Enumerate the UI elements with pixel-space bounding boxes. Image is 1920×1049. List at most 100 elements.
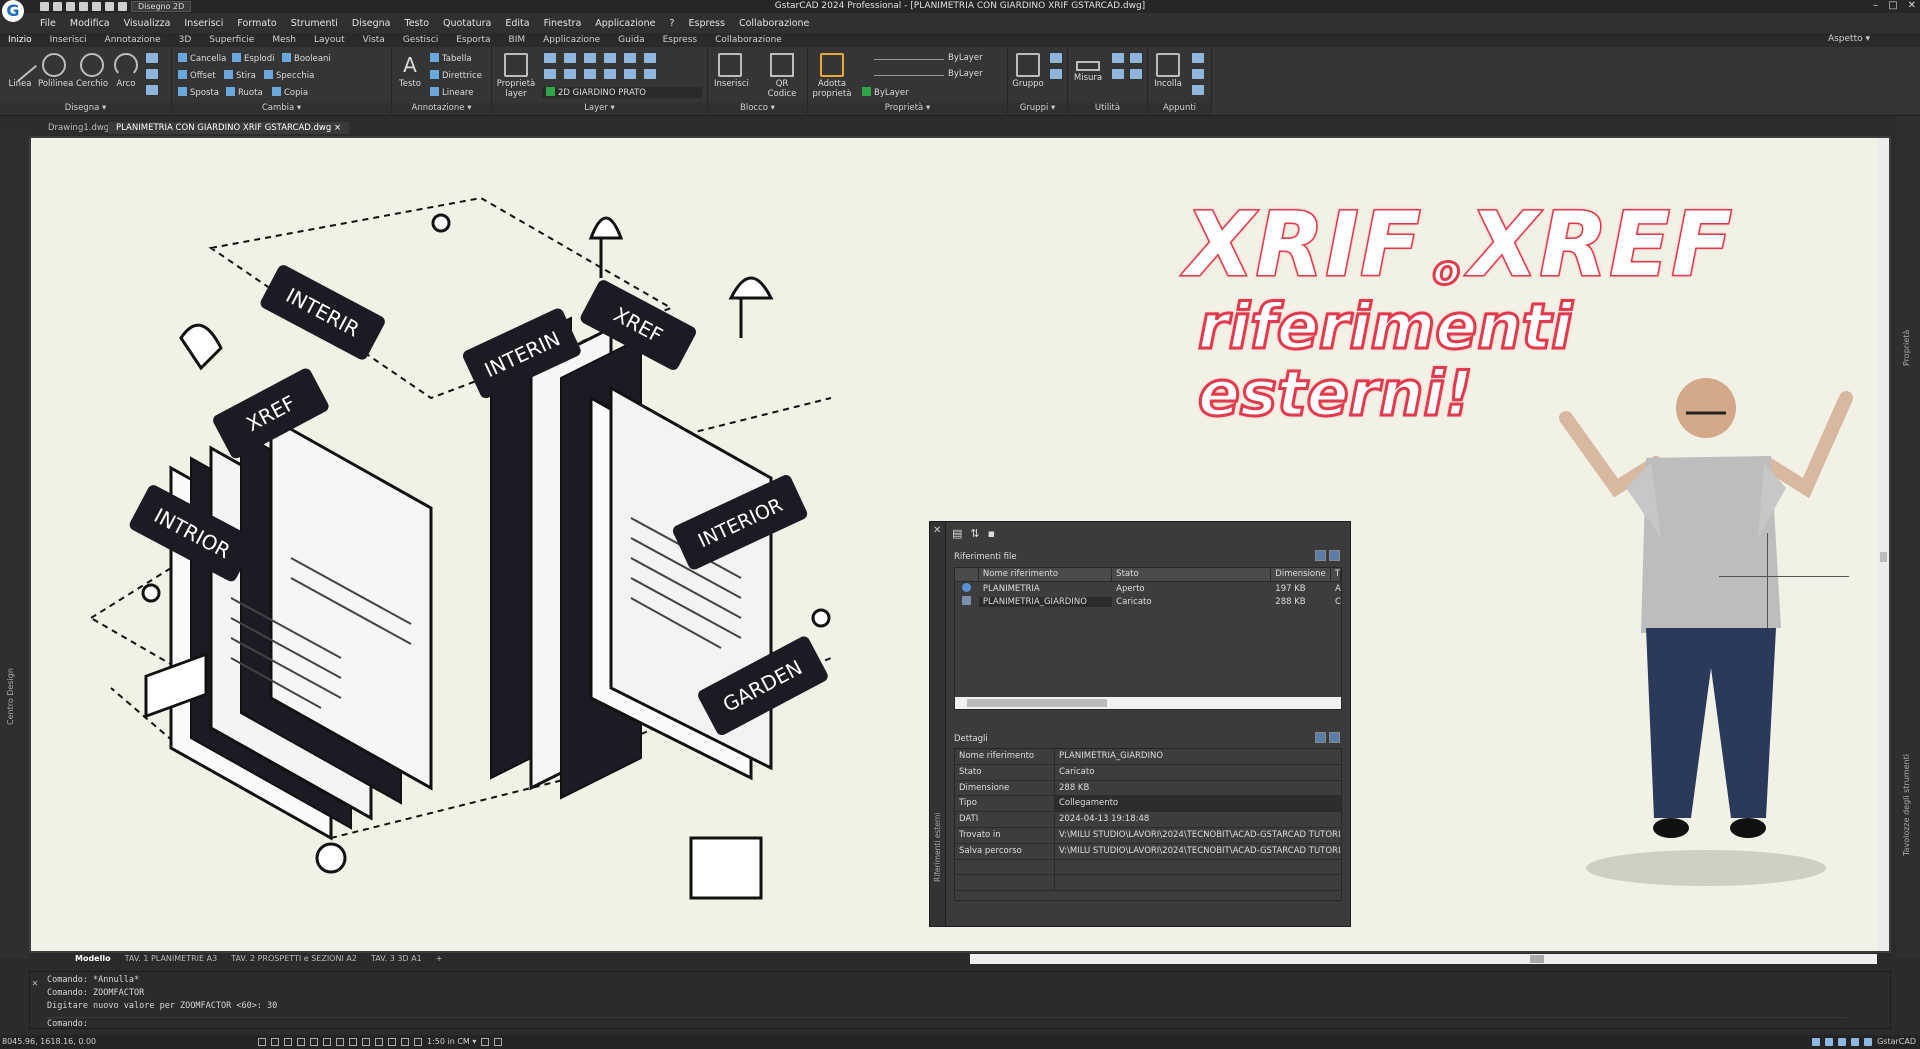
insert-block-button[interactable]: Inserisci — [714, 53, 749, 89]
layer-tool-icon-10[interactable] — [604, 69, 616, 79]
explode-button[interactable]: Esplodi — [232, 53, 275, 64]
copy-clip-icon[interactable] — [1192, 53, 1204, 63]
tool-palettes-label[interactable]: Tavolozze degli strumenti — [1902, 754, 1911, 856]
tab-vista[interactable]: Vista — [363, 35, 385, 45]
utility-icon-3[interactable] — [1112, 69, 1124, 79]
linear-dim-button[interactable]: Lineare — [430, 87, 473, 98]
group-edit-icon[interactable] — [1050, 69, 1062, 79]
layer-tool-icon-3[interactable] — [584, 53, 596, 63]
polyline-tool[interactable]: Polilinea — [38, 53, 73, 89]
canvas-horizontal-scrollbar[interactable] — [970, 954, 1877, 964]
tab-mesh[interactable]: Mesh — [272, 35, 296, 45]
grid-icon[interactable] — [258, 1037, 266, 1046]
current-layer-select[interactable]: 2D GIARDINO PRATO — [542, 87, 702, 98]
utility-icon-2[interactable] — [1130, 53, 1142, 63]
transparency-icon[interactable] — [349, 1037, 357, 1046]
lineweight-icon[interactable] — [336, 1037, 344, 1046]
tab-collaborazione[interactable]: Collaborazione — [715, 35, 782, 45]
layer-tool-icon-11[interactable] — [624, 69, 636, 79]
selection-cycling-icon[interactable] — [362, 1037, 370, 1046]
menu-strumenti[interactable]: Strumenti — [291, 18, 338, 29]
attach-dwg-icon[interactable]: ▤ — [952, 527, 962, 540]
circle-tool[interactable]: Cerchio — [76, 53, 108, 89]
ungroup-icon[interactable] — [1050, 53, 1062, 63]
region-icon[interactable] — [146, 85, 158, 95]
minimize-button[interactable]: – — [1873, 0, 1878, 11]
table-button[interactable]: Tabella — [430, 53, 472, 64]
properties-panel-label[interactable]: Proprietà — [1902, 330, 1911, 366]
menu-formato[interactable]: Formato — [237, 18, 276, 29]
menu-testo[interactable]: Testo — [405, 18, 430, 29]
menu-finestra[interactable]: Finestra — [544, 18, 582, 29]
mirror-button[interactable]: Specchia — [264, 70, 314, 81]
viewport-icon[interactable] — [414, 1037, 422, 1046]
tree-view-icon[interactable] — [1329, 550, 1340, 561]
table-scroll-thumb[interactable] — [967, 699, 1107, 707]
menu-file[interactable]: File — [40, 18, 56, 29]
tab-inserisci[interactable]: Inserisci — [50, 35, 87, 45]
hardware-acceleration-icon[interactable] — [1851, 1037, 1860, 1046]
measure-button[interactable]: Misura — [1072, 53, 1104, 83]
workspace-icon[interactable] — [388, 1037, 396, 1046]
layer-properties-button[interactable]: Proprietà layer — [496, 53, 536, 99]
match-properties-button[interactable]: Adotta proprietà — [812, 53, 852, 99]
refresh-icon[interactable]: ⇅ — [970, 527, 979, 540]
menu-edita[interactable]: Edita — [505, 18, 529, 29]
table-horizontal-scrollbar[interactable] — [955, 697, 1341, 709]
color-select[interactable]: ByLayer — [948, 53, 983, 63]
col-nome-riferimento[interactable]: Nome riferimento — [979, 568, 1113, 581]
osnap-icon[interactable] — [310, 1037, 318, 1046]
settings-icon[interactable] — [1812, 1037, 1821, 1046]
linetype-select[interactable]: ByLayer — [948, 69, 983, 79]
tab-tav3[interactable]: TAV. 3 3D A1 — [365, 953, 428, 965]
col-stato[interactable]: Stato — [1112, 568, 1272, 581]
tab-guida[interactable]: Guida — [618, 35, 644, 45]
layer-tool-icon-2[interactable] — [564, 53, 576, 63]
detail-value[interactable]: PLANIMETRIA_GIARDINO — [1055, 749, 1341, 764]
add-layout-button[interactable]: + — [430, 953, 449, 965]
auto-scale-icon[interactable] — [494, 1037, 503, 1046]
snap-icon[interactable] — [271, 1037, 279, 1046]
tab-3d[interactable]: 3D — [179, 35, 192, 45]
layer-tool-icon-6[interactable] — [644, 53, 656, 63]
canvas-vertical-scrollbar[interactable] — [1878, 138, 1889, 951]
layer-tool-icon-7[interactable] — [544, 69, 556, 79]
layer-tool-icon-5[interactable] — [624, 53, 636, 63]
tab-applicazione[interactable]: Applicazione — [543, 35, 600, 45]
vertical-scroll-thumb[interactable] — [1880, 552, 1887, 562]
preview-view-icon[interactable] — [1329, 732, 1340, 743]
tab-superficie[interactable]: Superficie — [209, 35, 254, 45]
list-view-icon[interactable] — [1315, 550, 1326, 561]
qr-code-button[interactable]: QR Codice — [760, 53, 804, 99]
menu-visualizza[interactable]: Visualizza — [124, 18, 171, 29]
clean-screen-icon[interactable] — [1864, 1037, 1873, 1046]
rotate-button[interactable]: Ruota — [226, 87, 263, 98]
menu-espress[interactable]: Espress — [689, 18, 725, 29]
leader-button[interactable]: Direttrice — [430, 70, 482, 81]
text-tool[interactable]: A Testo — [394, 53, 426, 89]
annotation-icon[interactable] — [375, 1037, 383, 1046]
copy-base-icon[interactable] — [1192, 85, 1204, 95]
horizontal-scroll-thumb[interactable] — [1530, 955, 1544, 963]
tab-modello[interactable]: Modello — [69, 953, 117, 965]
isolate-icon[interactable] — [401, 1037, 409, 1046]
move-button[interactable]: Sposta — [178, 87, 219, 98]
layer-tool-icon-12[interactable] — [644, 69, 656, 79]
tab-gestisci[interactable]: Gestisci — [403, 35, 438, 45]
otrack-icon[interactable] — [323, 1037, 331, 1046]
command-close-icon[interactable]: ✕ — [32, 978, 38, 989]
col-dimensione[interactable]: Dimensione — [1271, 568, 1331, 581]
layer-tool-icon-9[interactable] — [584, 69, 596, 79]
help-icon[interactable]: ▪ — [988, 527, 995, 540]
tab-tav2[interactable]: TAV. 2 PROSPETTI e SEZIONI A2 — [225, 953, 363, 965]
palette-close-icon[interactable]: ✕ — [933, 525, 941, 536]
doc-tab-active[interactable]: PLANIMETRIA CON GIARDINO XRIF GSTARCAD.d… — [108, 122, 350, 134]
table-row[interactable]: PLANIMETRIA Aperto 197 KB A — [955, 582, 1341, 595]
menu-collaborazione[interactable]: Collaborazione — [739, 18, 809, 29]
table-row[interactable]: PLANIMETRIA_GIARDINO Caricato 288 KB C — [955, 595, 1341, 608]
tab-inizio[interactable]: Inizio — [8, 35, 32, 45]
command-input[interactable]: Comando: — [46, 1017, 1846, 1029]
menu-quotatura[interactable]: Quotatura — [443, 18, 491, 29]
annotation-visibility-icon[interactable] — [481, 1037, 490, 1046]
tab-esporta[interactable]: Esporta — [456, 35, 490, 45]
